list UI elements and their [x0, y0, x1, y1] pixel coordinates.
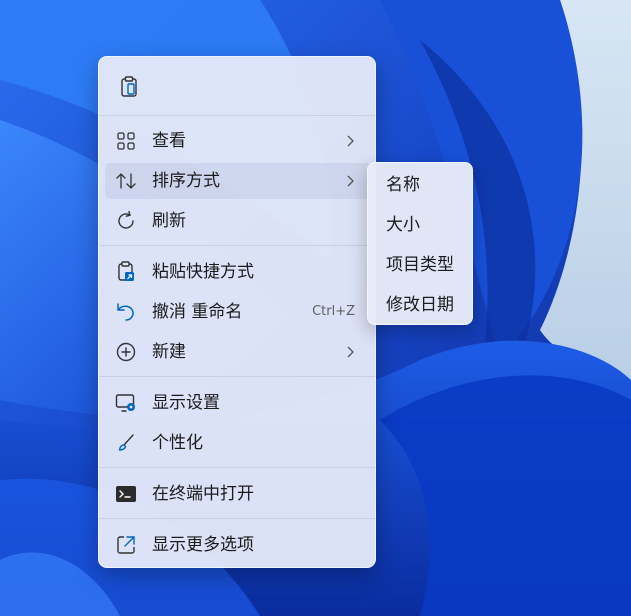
- separator: [99, 518, 375, 519]
- refresh-icon: [115, 210, 137, 232]
- menu-item-label: 刷新: [152, 211, 186, 231]
- menu-item-label: 在终端中打开: [152, 484, 254, 504]
- menu-item-sort-by[interactable]: 排序方式: [105, 163, 371, 199]
- clipboard-icon: [121, 76, 137, 97]
- brush-icon: [115, 432, 137, 454]
- menu-item-personalize[interactable]: 个性化: [105, 425, 371, 461]
- sort-option-name[interactable]: 名称: [372, 167, 468, 203]
- menu-item-label: 新建: [152, 342, 186, 362]
- menu-item-open-in-terminal[interactable]: 在终端中打开: [105, 476, 371, 512]
- keyboard-shortcut: Ctrl+Z: [312, 304, 355, 319]
- menu-item-undo-rename[interactable]: 撤消 重命名 Ctrl+Z: [105, 294, 371, 330]
- undo-icon: [115, 301, 137, 323]
- chevron-right-icon: [347, 135, 354, 147]
- menu-item-refresh[interactable]: 刷新: [105, 203, 371, 239]
- sort-option-item-type[interactable]: 项目类型: [372, 247, 468, 283]
- sort-option-date-modified[interactable]: 修改日期: [372, 287, 468, 323]
- paste-shortcut-icon: [115, 261, 137, 283]
- chevron-right-icon: [347, 346, 354, 358]
- menu-item-label: 显示更多选项: [152, 535, 254, 555]
- menu-item-view[interactable]: 查看: [105, 123, 371, 159]
- separator: [99, 115, 375, 116]
- paste-button[interactable]: [113, 71, 145, 103]
- desktop-context-menu: 查看 排序方式 刷新 粘贴快捷方式 撤消 重命名 Ctrl+Z 新建 显示设置 …: [98, 56, 376, 568]
- chevron-right-icon: [347, 175, 354, 187]
- add-circle-icon: [115, 341, 137, 363]
- display-settings-icon: [115, 392, 137, 414]
- sort-option-label: 名称: [386, 175, 420, 195]
- menu-item-label: 个性化: [152, 433, 203, 453]
- menu-item-label: 显示设置: [152, 393, 220, 413]
- grid-view-icon: [115, 130, 137, 152]
- separator: [99, 376, 375, 377]
- menu-item-new[interactable]: 新建: [105, 334, 371, 370]
- sort-option-label: 项目类型: [386, 255, 454, 275]
- sort-option-label: 修改日期: [386, 295, 454, 315]
- menu-item-show-more-options[interactable]: 显示更多选项: [105, 527, 371, 563]
- separator: [99, 245, 375, 246]
- menu-item-label: 排序方式: [152, 171, 220, 191]
- sort-arrows-icon: [115, 170, 137, 192]
- separator: [99, 467, 375, 468]
- menu-item-label: 查看: [152, 131, 186, 151]
- menu-item-display-settings[interactable]: 显示设置: [105, 385, 371, 421]
- menu-item-paste-shortcut[interactable]: 粘贴快捷方式: [105, 254, 371, 290]
- terminal-icon: [115, 483, 137, 505]
- open-external-icon: [115, 534, 137, 556]
- quick-actions-bar: [99, 57, 375, 115]
- sort-option-size[interactable]: 大小: [372, 207, 468, 243]
- sort-option-label: 大小: [386, 215, 420, 235]
- menu-item-label: 撤消 重命名: [152, 302, 243, 322]
- menu-item-label: 粘贴快捷方式: [152, 262, 254, 282]
- sort-by-submenu: 名称 大小 项目类型 修改日期: [367, 162, 473, 325]
